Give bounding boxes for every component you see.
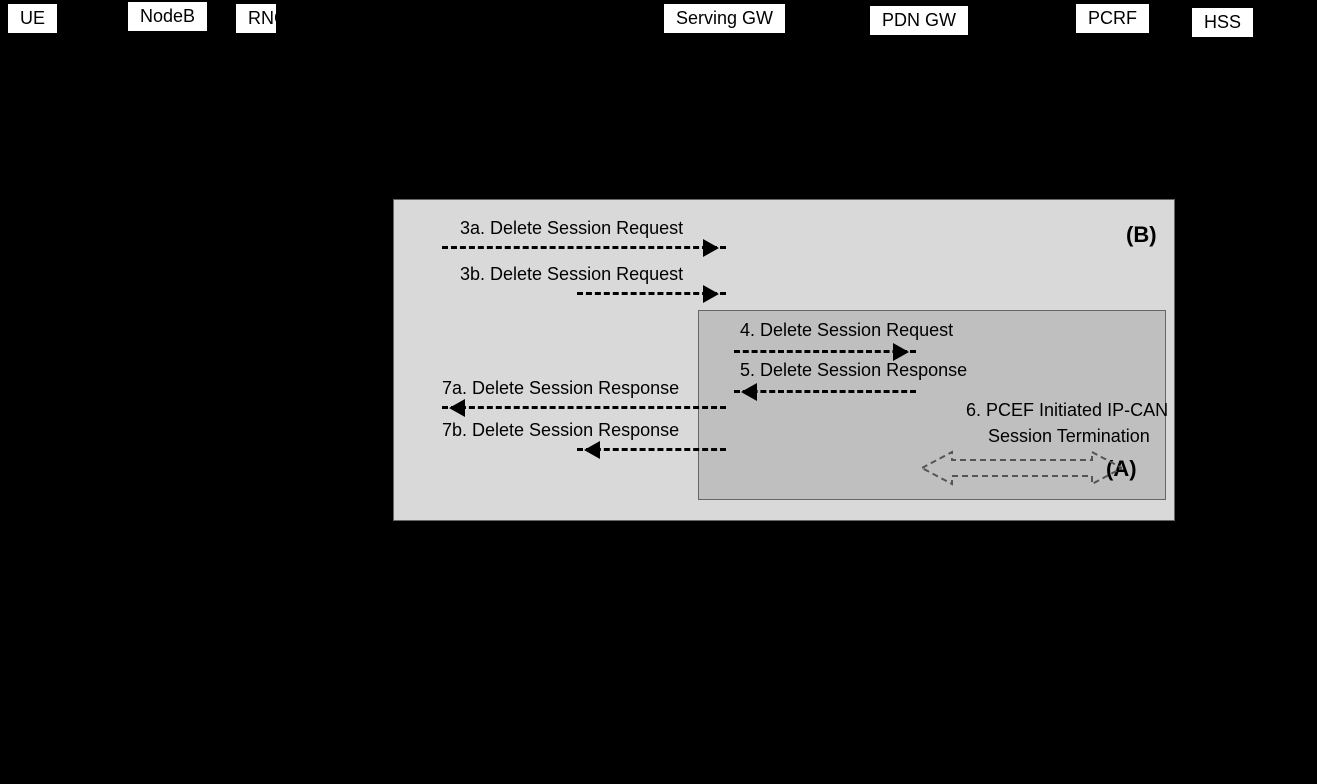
msg-6b: Session Termination <box>988 426 1150 447</box>
lifeline-rnc <box>258 40 260 784</box>
msg-5: 5. Delete Session Response <box>740 360 967 381</box>
node-rnc: RNC <box>234 2 278 35</box>
double-arrow <box>922 448 1122 488</box>
msg-3a: 3a. Delete Session Request <box>460 218 683 239</box>
msg-7a: 7a. Delete Session Response <box>442 378 679 399</box>
node-ue: UE <box>6 2 59 35</box>
msg-7b: 7b. Delete Session Response <box>442 420 679 441</box>
arrow-3a <box>442 246 726 249</box>
node-pgw: PDN GW <box>868 4 970 37</box>
arrow-4 <box>734 350 916 353</box>
arrow-3b <box>577 292 726 295</box>
arrow-5 <box>734 390 916 393</box>
msg-3b: 3b. Delete Session Request <box>460 264 683 285</box>
label-region-b: (B) <box>1126 222 1157 248</box>
arrow-7b <box>577 448 726 451</box>
node-sgw: Serving GW <box>662 2 787 35</box>
node-nodeb: NodeB <box>126 0 209 33</box>
msg-6a: 6. PCEF Initiated IP-CAN <box>966 400 1168 421</box>
node-pcrf: PCRF <box>1074 2 1151 35</box>
node-hss: HSS <box>1190 6 1255 39</box>
msg-4: 4. Delete Session Request <box>740 320 953 341</box>
arrow-7a <box>442 406 726 409</box>
